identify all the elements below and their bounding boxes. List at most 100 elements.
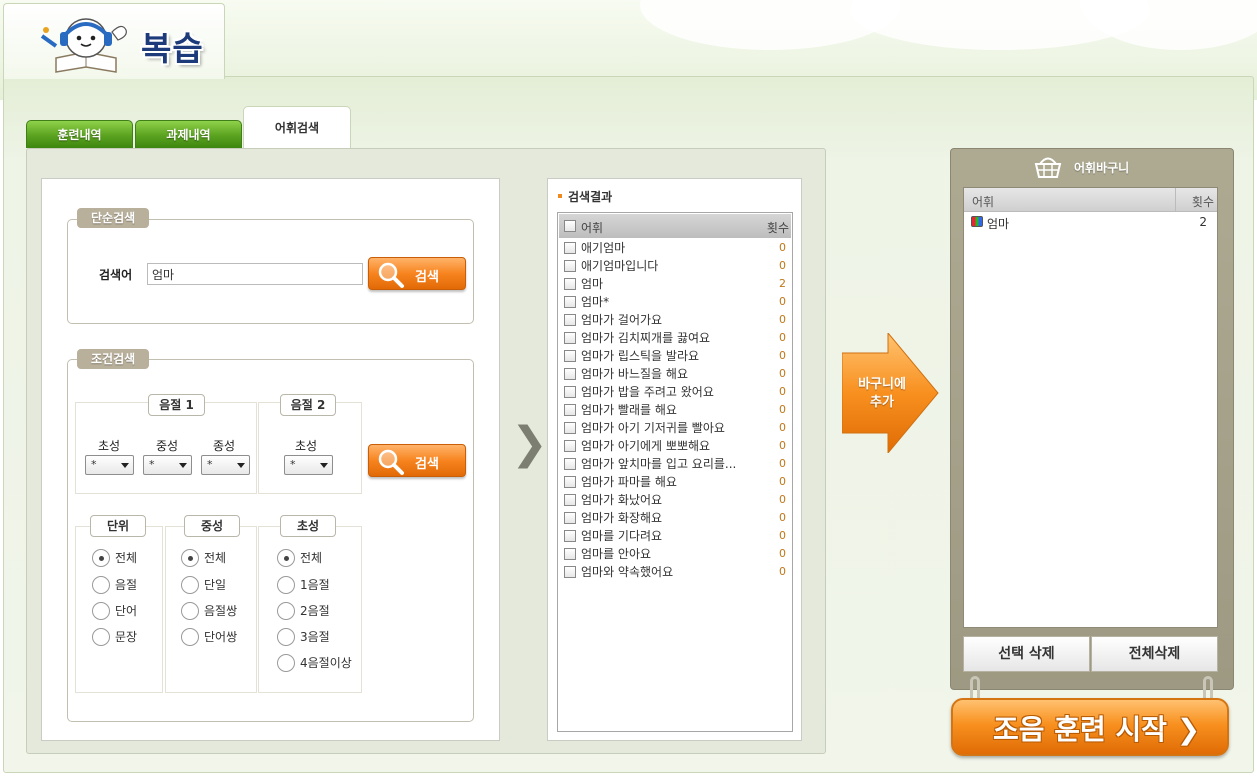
radio-label: 3음절 — [300, 630, 330, 644]
table-row[interactable]: 엄마가 걸어가요 0 — [558, 311, 792, 329]
dropdown-arrow-icon — [237, 463, 245, 468]
row-word: 엄마와 약속했어요 — [581, 565, 674, 579]
table-row[interactable]: 엄마를 기다려요 0 — [558, 527, 792, 545]
table-row[interactable]: 애기엄마입니다 0 — [558, 257, 792, 275]
radio-checked-icon — [277, 549, 295, 567]
basket-item-count: 2 — [1199, 215, 1207, 229]
row-checkbox[interactable] — [564, 476, 576, 488]
row-word: 애기엄마 — [581, 241, 626, 255]
simple-search-legend: 단순검색 — [77, 208, 150, 228]
row-checkbox[interactable] — [564, 440, 576, 452]
tab-word-search[interactable]: 어휘검색 — [243, 106, 351, 149]
row-checkbox[interactable] — [564, 332, 576, 344]
search-button-label: 검색 — [415, 269, 439, 284]
table-row[interactable]: 엄마가 아기에게 뽀뽀해요 0 — [558, 437, 792, 455]
row-checkbox[interactable] — [564, 278, 576, 290]
row-word: 엄마가 아기 기저귀를 빨아요 — [581, 421, 725, 435]
row-count: 0 — [779, 421, 786, 434]
row-checkbox[interactable] — [564, 422, 576, 434]
table-row[interactable]: 엄마가 립스틱을 발라요 0 — [558, 347, 792, 365]
row-checkbox[interactable] — [564, 494, 576, 506]
select-all-checkbox[interactable] — [564, 220, 576, 232]
row-checkbox[interactable] — [564, 314, 576, 326]
table-row[interactable]: 엄마가 화장해요 0 — [558, 509, 792, 527]
results-table: 어휘 횟수 애기엄마 0 애기엄마입니다 0 엄마 2 엄마* 0 엄마가 걸어가요 0 엄마가 김… — [557, 212, 793, 732]
row-count: 0 — [779, 529, 786, 542]
radio-label: 전체 — [300, 551, 323, 565]
table-row[interactable]: 엄마가 밥을 주려고 왔어요 0 — [558, 383, 792, 401]
row-count: 0 — [779, 367, 786, 380]
row-count: 0 — [779, 313, 786, 326]
syllable1-final-select[interactable]: * — [201, 455, 250, 475]
row-checkbox[interactable] — [564, 350, 576, 362]
syllable1-initial-select[interactable]: * — [85, 455, 134, 475]
radio-label: 단일 — [204, 578, 227, 592]
results-title: 검색결과 — [557, 190, 613, 204]
row-checkbox[interactable] — [564, 386, 576, 398]
delete-selected-button[interactable]: 선택 삭제 — [963, 636, 1090, 672]
add-label-line1: 바구니에 — [858, 377, 906, 392]
row-count: 0 — [779, 511, 786, 524]
table-row[interactable]: 엄마가 앞치마를 입고 요리를... 0 — [558, 455, 792, 473]
table-row[interactable]: 엄마와 약속했어요 0 — [558, 563, 792, 581]
condition-search-button[interactable]: 검색 — [368, 444, 466, 477]
tab-assignment-history[interactable]: 과제내역 — [135, 120, 242, 148]
page-title-tab: 복습 — [3, 3, 225, 79]
row-checkbox[interactable] — [564, 296, 576, 308]
table-row[interactable]: 엄마가 김치찌개를 끓여요 0 — [558, 329, 792, 347]
select-label-final: 종성 — [213, 439, 236, 453]
syllable1-middle-select[interactable]: * — [143, 455, 192, 475]
table-row[interactable]: 엄마가 빨래를 해요 0 — [558, 401, 792, 419]
search-term-label: 검색어 — [99, 268, 133, 282]
radio-label: 4음절이상 — [300, 656, 352, 670]
syllable2-initial-select[interactable]: * — [284, 455, 333, 475]
row-checkbox[interactable] — [564, 548, 576, 560]
tab-label: 과제내역 — [166, 128, 211, 142]
table-row[interactable]: 엄마가 아기 기저귀를 빨아요 0 — [558, 419, 792, 437]
radio-label: 1음절 — [300, 578, 330, 592]
table-row[interactable]: 엄마가 파마를 해요 0 — [558, 473, 792, 491]
basket-item[interactable]: 엄마 2 — [964, 212, 1217, 232]
delete-all-button[interactable]: 전체삭제 — [1091, 636, 1218, 672]
select-label-initial: 초성 — [295, 439, 318, 453]
row-count: 0 — [779, 349, 786, 362]
table-row[interactable]: 엄마가 화났어요 0 — [558, 491, 792, 509]
row-checkbox[interactable] — [564, 404, 576, 416]
table-row[interactable]: 엄마 2 — [558, 275, 792, 293]
table-row[interactable]: 엄마가 바느질을 해요 0 — [558, 365, 792, 383]
tab-training-history[interactable]: 훈련내역 — [26, 120, 133, 148]
table-row[interactable]: 엄마를 안아요 0 — [558, 545, 792, 563]
table-row[interactable]: 엄마* 0 — [558, 293, 792, 311]
add-label-line2: 추가 — [870, 395, 894, 410]
condition-search-legend: 조건검색 — [77, 349, 150, 369]
row-checkbox[interactable] — [564, 368, 576, 380]
dropdown-arrow-icon — [179, 463, 187, 468]
tab-label: 훈련내역 — [57, 128, 102, 142]
row-checkbox[interactable] — [564, 260, 576, 272]
add-to-basket-label: 바구니에 추가 — [846, 376, 918, 412]
header-word: 어휘 — [581, 221, 604, 235]
row-count: 0 — [779, 295, 786, 308]
row-word: 엄마가 앞치마를 입고 요리를... — [581, 457, 737, 471]
row-checkbox[interactable] — [564, 530, 576, 542]
row-word: 엄마가 화났어요 — [581, 493, 663, 507]
table-row[interactable]: 애기엄마 0 — [558, 239, 792, 257]
start-articulation-training-button[interactable]: 조음 훈련 시작 ❯ — [951, 698, 1229, 756]
row-checkbox[interactable] — [564, 566, 576, 578]
row-word: 엄마를 기다려요 — [581, 529, 663, 543]
row-checkbox[interactable] — [564, 242, 576, 254]
radio-label: 문장 — [115, 630, 138, 644]
basket-item-word: 엄마 — [987, 217, 1010, 231]
row-checkbox[interactable] — [564, 458, 576, 470]
syllable2-label: 음절 2 — [280, 394, 336, 416]
select-value: * — [91, 458, 97, 471]
radio-label: 전체 — [115, 551, 138, 565]
radio-icon — [181, 628, 199, 646]
radio-label: 2음절 — [300, 604, 330, 618]
simple-search-button[interactable]: 검색 — [368, 257, 466, 290]
search-term-input[interactable] — [147, 263, 363, 285]
magnifier-icon — [378, 262, 404, 288]
basket-header-count: 횟수 — [1191, 195, 1214, 209]
header-divider — [1175, 188, 1176, 211]
row-checkbox[interactable] — [564, 512, 576, 524]
